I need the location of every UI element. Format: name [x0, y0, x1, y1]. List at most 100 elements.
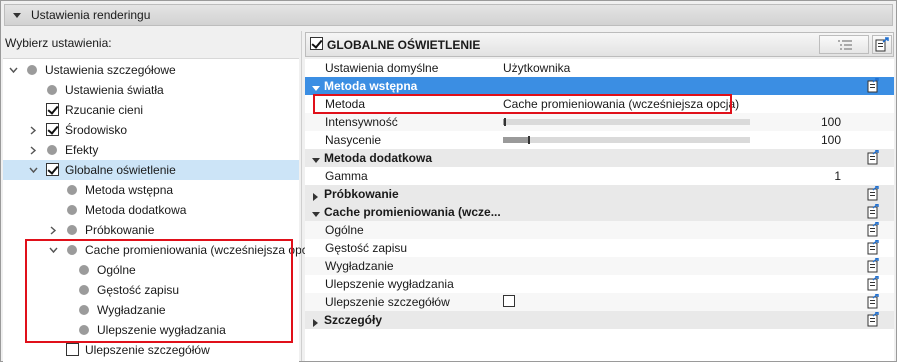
tree-item-label: Środowisko	[65, 123, 128, 137]
slider-fill	[503, 137, 528, 143]
highlight-box-tree	[25, 239, 293, 343]
tree-item-checkbox[interactable]	[46, 123, 59, 136]
status-dot-icon	[67, 185, 77, 195]
expanded-triangle-icon[interactable]	[312, 154, 320, 168]
status-dot-icon	[47, 85, 57, 95]
tree-item-label: Rzucanie cieni	[65, 103, 144, 117]
slider-value[interactable]: 100	[821, 115, 841, 129]
property-row[interactable]: Ulepszenie szczegółów	[305, 293, 894, 311]
property-group[interactable]: Metoda dodatkowa	[305, 149, 894, 167]
tree-item[interactable]: Globalne oświetlenie	[3, 160, 299, 180]
settings-link-icon[interactable]	[865, 311, 880, 327]
settings-link-icon[interactable]	[865, 149, 880, 165]
property-key: Intensywność	[325, 115, 398, 129]
tree-item-label: Ustawienia światła	[65, 83, 164, 97]
tree-item[interactable]: Ustawienia światła	[3, 80, 299, 100]
tree-item[interactable]: Ulepszenie szczegółów	[3, 340, 299, 360]
tree-item[interactable]: Próbkowanie	[3, 220, 299, 240]
property-key: Próbkowanie	[324, 187, 399, 201]
property-row[interactable]: Gamma 1	[305, 167, 894, 185]
tree-item-label: Metoda wstępna	[85, 183, 174, 197]
property-row[interactable]: Ogólne	[305, 221, 894, 239]
property-key: Metoda dodatkowa	[324, 151, 433, 165]
slider-handle[interactable]	[504, 118, 507, 126]
chevron-down-icon[interactable]	[9, 66, 18, 74]
tree-item-label: Ustawienia szczegółowe	[45, 63, 176, 77]
settings-link-icon[interactable]	[865, 239, 880, 255]
settings-link-icon[interactable]	[865, 77, 880, 93]
property-group[interactable]: Cache promieniowania (wcze...	[305, 203, 894, 221]
tree-item-label: Globalne oświetlenie	[65, 163, 176, 177]
pane-divider[interactable]	[301, 31, 302, 361]
status-dot-icon	[47, 145, 57, 155]
slider-handle[interactable]	[527, 136, 530, 144]
property-key: Ulepszenie wygładzania	[325, 277, 454, 291]
property-row[interactable]: Ustawienia domyślne Użytkownika	[305, 59, 894, 77]
property-number[interactable]: 1	[834, 169, 841, 183]
property-key: Szczegóły	[324, 313, 383, 327]
list-view-button[interactable]	[819, 35, 869, 54]
tree-item[interactable]: Metoda wstępna	[3, 180, 299, 200]
render-settings-panel: Ustawienia renderingu Wybierz ustawienia…	[0, 0, 897, 362]
tree-item-label: Efekty	[65, 143, 99, 157]
tree-item-checkbox[interactable]	[46, 163, 59, 176]
property-value[interactable]: Użytkownika	[503, 61, 570, 75]
property-key: Cache promieniowania (wcze...	[324, 205, 501, 219]
property-row[interactable]: Gęstość zapisu	[305, 239, 894, 257]
property-row[interactable]: Ulepszenie wygładzania	[305, 275, 894, 293]
choose-settings-label: Wybierz ustawienia:	[5, 36, 112, 50]
settings-link-icon[interactable]	[865, 293, 880, 309]
panel-titlebar[interactable]: Ustawienia renderingu	[4, 4, 893, 26]
property-grid: Ustawienia domyślne Użytkownika Metoda wst…	[305, 59, 894, 361]
property-group[interactable]: Szczegóły	[305, 311, 894, 329]
status-dot-icon	[67, 205, 77, 215]
property-key: Ulepszenie szczegółów	[325, 295, 450, 309]
tree-item[interactable]: Metoda dodatkowa	[3, 200, 299, 220]
tree-item-label: Metoda dodatkowa	[85, 203, 187, 217]
tree-item-checkbox[interactable]	[46, 103, 59, 116]
section-header: GLOBALNE OŚWIETLENIE	[305, 32, 894, 57]
property-checkbox[interactable]	[503, 295, 515, 307]
collapsed-triangle-icon[interactable]	[312, 190, 320, 204]
property-key: Metoda wstępna	[324, 79, 418, 93]
panel-title: Ustawienia renderingu	[31, 8, 151, 22]
chevron-right-icon[interactable]	[29, 126, 37, 135]
property-key: Nasycenie	[325, 133, 382, 147]
collapsed-triangle-icon[interactable]	[312, 316, 320, 330]
tree-item[interactable]: Ustawienia szczegółowe	[3, 60, 299, 80]
expanded-triangle-icon[interactable]	[312, 208, 320, 222]
chevron-right-icon[interactable]	[29, 146, 37, 155]
list-view-icon	[838, 40, 852, 50]
tree-item[interactable]: Środowisko	[3, 120, 299, 140]
settings-link-icon[interactable]	[865, 275, 880, 291]
property-key: Ogólne	[325, 223, 364, 237]
export-icon	[875, 37, 889, 52]
tree-item[interactable]: Efekty	[3, 140, 299, 160]
property-row[interactable]: Intensywność 100	[305, 113, 894, 131]
tree-item[interactable]: Rzucanie cieni	[3, 100, 299, 120]
settings-link-icon[interactable]	[865, 257, 880, 273]
value-slider[interactable]	[503, 136, 750, 144]
settings-tree: Ustawienia szczegółowe Ustawienia światła…	[3, 58, 321, 362]
property-key: Ustawienia domyślne	[325, 61, 439, 75]
tree-item-checkbox[interactable]	[66, 343, 79, 356]
property-group[interactable]: Metoda wstępna	[305, 77, 894, 95]
slider-value[interactable]: 100	[821, 133, 841, 147]
tree-item-label: Ulepszenie szczegółów	[85, 343, 210, 357]
value-slider[interactable]	[503, 118, 750, 126]
settings-link-icon[interactable]	[865, 185, 880, 201]
settings-link-icon[interactable]	[865, 221, 880, 237]
property-group[interactable]: Próbkowanie	[305, 185, 894, 203]
chevron-right-icon[interactable]	[49, 226, 57, 235]
status-dot-icon	[27, 65, 37, 75]
highlight-box-method	[313, 94, 732, 114]
property-row[interactable]: Wygładzanie	[305, 257, 894, 275]
section-title: GLOBALNE OŚWIETLENIE	[327, 38, 481, 52]
global-illumination-checkbox[interactable]	[310, 37, 323, 50]
property-row[interactable]: Nasycenie 100	[305, 131, 894, 149]
settings-link-icon[interactable]	[865, 203, 880, 219]
collapse-triangle-icon[interactable]	[13, 12, 21, 18]
chevron-down-icon[interactable]	[29, 166, 38, 174]
property-key: Wygładzanie	[325, 259, 394, 273]
export-settings-button[interactable]	[872, 35, 892, 54]
